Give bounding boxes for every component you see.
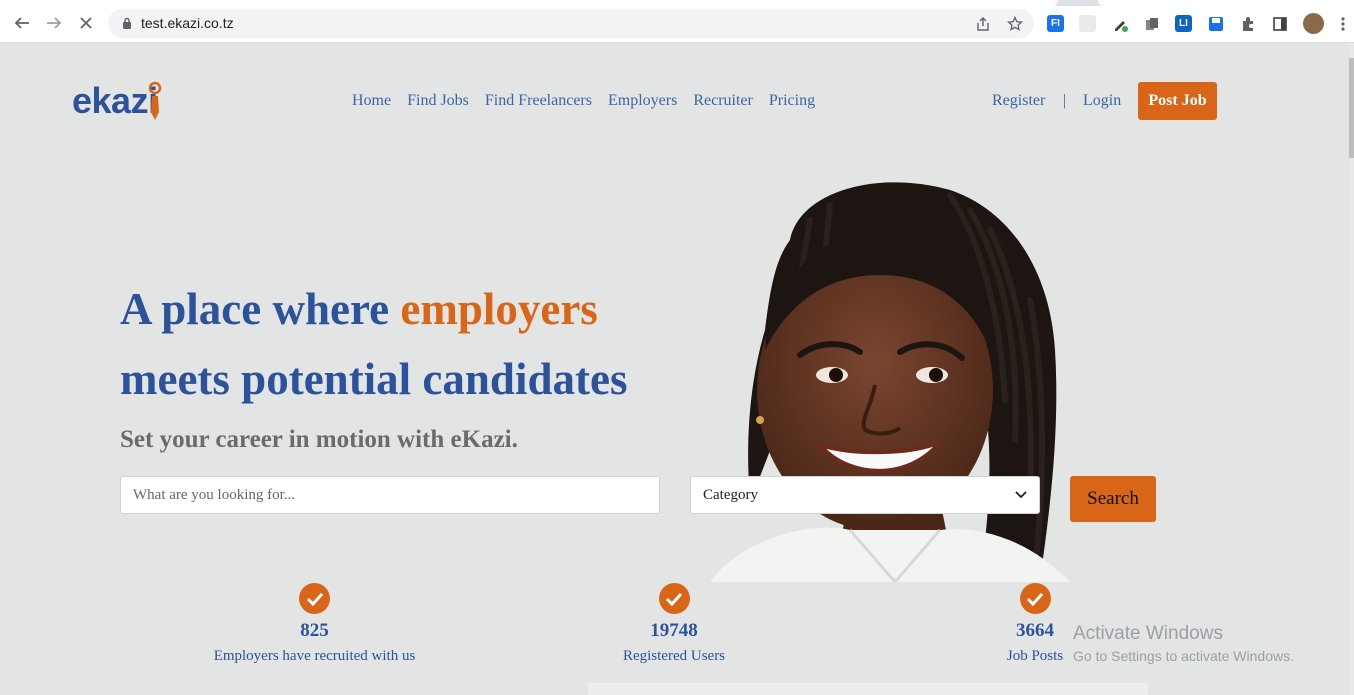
nav-employers[interactable]: Employers	[608, 92, 677, 110]
watermark-title: Activate Windows	[1073, 623, 1223, 644]
stat-number: 825	[300, 620, 329, 641]
next-section-edge	[588, 683, 1148, 695]
check-circle-icon	[299, 583, 330, 614]
chevron-down-icon	[1015, 491, 1027, 499]
page-scrollbar[interactable]	[1349, 43, 1354, 695]
stat-label: Registered Users	[622, 648, 726, 664]
active-tab-edge	[0, 0, 1058, 6]
nav-find-freelancers[interactable]: Find Freelancers	[485, 92, 592, 110]
post-job-button[interactable]: Post Job	[1138, 82, 1217, 120]
browser-toolbar: test.ekazi.co.tz FI LI	[0, 0, 1354, 43]
share-icon[interactable]	[974, 15, 992, 33]
forward-button[interactable]	[43, 12, 65, 34]
extension-fi-label: FI	[1051, 18, 1060, 29]
puzzle-icon[interactable]	[1239, 15, 1256, 32]
extension-li-icon[interactable]: LI	[1175, 15, 1192, 32]
extension-copy-icon[interactable]	[1143, 15, 1160, 32]
headline-part2: meets potential candidates	[120, 354, 628, 404]
check-circle-icon	[1019, 583, 1051, 614]
tab-edge	[1098, 0, 1354, 6]
nav-recruiter[interactable]: Recruiter	[693, 92, 753, 110]
nav-find-jobs[interactable]: Find Jobs	[407, 92, 469, 110]
stat-label: Job Posts	[1006, 648, 1064, 664]
auth-separator: |	[1063, 92, 1067, 109]
stat-users: 19748 Registered Users	[614, 583, 734, 668]
extension-li-label: LI	[1179, 18, 1188, 29]
side-panel-icon[interactable]	[1271, 15, 1288, 32]
stop-button[interactable]	[75, 12, 97, 34]
stat-job-posts: 3664 Job Posts	[999, 583, 1071, 668]
headline-part1: A place where	[120, 284, 401, 334]
extension-fi-icon[interactable]: FI	[1047, 15, 1064, 32]
stat-label: Employers have recruited with us	[213, 648, 416, 664]
category-select[interactable]: Category	[690, 476, 1040, 514]
ekazi-logo[interactable]: ekazi	[72, 80, 162, 124]
watermark-subtitle: Go to Settings to activate Windows.	[1073, 648, 1294, 664]
hero-subheadline: Set your career in motion with eKazi.	[120, 426, 518, 453]
nav-pricing[interactable]: Pricing	[769, 92, 815, 110]
stat-number: 3664	[1016, 620, 1054, 641]
arrow-right-icon	[47, 17, 62, 29]
extension-pen-icon[interactable]	[1111, 15, 1128, 32]
login-link[interactable]: Login	[1083, 92, 1121, 110]
back-button[interactable]	[11, 12, 33, 34]
nav-home[interactable]: Home	[352, 92, 391, 110]
logo-figure-icon	[148, 81, 162, 120]
stat-number: 19748	[650, 620, 698, 641]
hero-woman-image	[650, 180, 1120, 582]
check-circle-icon	[658, 583, 690, 614]
logo-text: ekazi	[72, 80, 158, 121]
scrollbar-thumb[interactable]	[1349, 58, 1354, 158]
close-icon	[80, 17, 92, 29]
more-menu-icon[interactable]	[1334, 15, 1351, 32]
job-search-input[interactable]	[120, 476, 660, 514]
stat-employers: 825 Employers have recruited with us	[207, 583, 422, 668]
url-text: test.ekazi.co.tz	[141, 15, 234, 31]
headline-accent: employers	[400, 284, 598, 334]
main-nav: Home Find Jobs Find Freelancers Employer…	[352, 92, 831, 110]
lock-icon	[123, 17, 131, 29]
profile-avatar[interactable]	[1303, 13, 1324, 34]
search-button[interactable]: Search	[1070, 476, 1156, 522]
register-link[interactable]: Register	[992, 92, 1045, 110]
address-bar[interactable]: test.ekazi.co.tz	[108, 9, 1034, 38]
hero-headline: A place where employers meets potential …	[120, 274, 627, 414]
category-value: Category	[703, 486, 758, 503]
bookmark-star-icon[interactable]	[1006, 15, 1024, 33]
extension-save-icon[interactable]	[1207, 15, 1224, 32]
tab-strip	[0, 0, 1354, 6]
windows-activation-watermark: Activate Windows Go to Settings to activ…	[1073, 623, 1294, 667]
arrow-left-icon	[14, 17, 29, 29]
extension-grid-icon[interactable]	[1079, 15, 1096, 32]
